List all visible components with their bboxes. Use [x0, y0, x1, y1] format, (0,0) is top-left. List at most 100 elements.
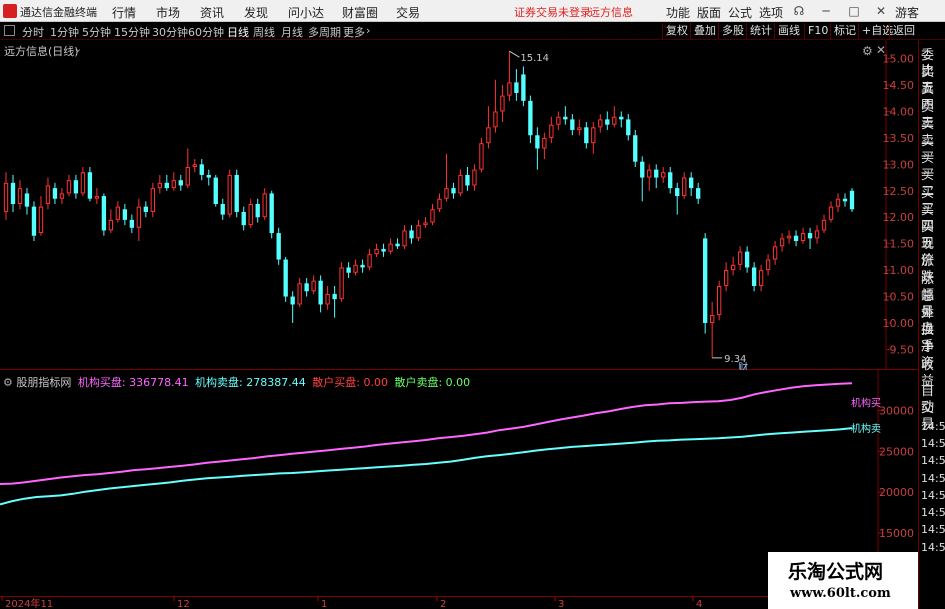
- candle: [409, 225, 414, 244]
- candle-body: [297, 283, 302, 305]
- high-pointer: [509, 50, 520, 58]
- candle: [150, 182, 155, 218]
- price-tick-label: 10.50: [883, 291, 915, 304]
- candlestick-chart[interactable]: 15.00 14.50 14.00 13.50 13.00 12.50 12.00 11.50…: [0, 40, 918, 370]
- candle-body: [325, 293, 330, 305]
- candle: [59, 188, 65, 204]
- candle: [94, 188, 100, 204]
- candle: [87, 166, 93, 202]
- candle: [122, 204, 128, 226]
- menu-options[interactable]: 选项: [759, 4, 783, 21]
- candle-body: [675, 188, 680, 197]
- menu-news[interactable]: 资讯: [200, 4, 224, 21]
- candle: [786, 230, 792, 244]
- period-monthly[interactable]: 月线: [281, 24, 303, 40]
- trade-login-notice[interactable]: 证券交易未登录: [514, 4, 591, 20]
- chevron-down-icon[interactable]: ⌄: [73, 42, 82, 55]
- candle: [10, 174, 16, 212]
- close-icon[interactable]: ✕: [873, 3, 889, 19]
- candle-body: [472, 169, 477, 186]
- candle-body: [157, 182, 162, 189]
- period-intraday[interactable]: 分时: [22, 24, 44, 40]
- candle-body: [709, 315, 715, 323]
- maximize-icon[interactable]: □: [846, 3, 862, 19]
- overlay-button[interactable]: 叠加: [690, 23, 716, 39]
- indicator-value-retail-sell: 散户卖盘: 0.00: [394, 376, 471, 389]
- sidebar-tick-time[interactable]: 14:56: [921, 436, 945, 452]
- statistics-button[interactable]: 统计: [746, 23, 772, 39]
- period-daily[interactable]: 日线: [227, 24, 249, 40]
- candle: [758, 264, 764, 292]
- period-30min[interactable]: 30分钟: [152, 24, 188, 40]
- period-weekly[interactable]: 周线: [253, 24, 275, 40]
- candle: [248, 198, 253, 228]
- candle-body: [262, 193, 267, 218]
- sidebar-tick-time[interactable]: 14:56: [921, 505, 945, 521]
- menu-quotes[interactable]: 行情: [112, 4, 136, 21]
- candle: [709, 301, 715, 358]
- candle-body: [367, 254, 372, 268]
- candle-body: [241, 211, 246, 226]
- sidebar-tick-time[interactable]: 14:56: [921, 453, 945, 469]
- minimize-icon[interactable]: ─: [818, 3, 834, 19]
- finance-marker[interactable]: 财: [738, 361, 748, 370]
- guest-user[interactable]: 游客: [895, 4, 919, 21]
- back-button[interactable]: 返回: [889, 23, 915, 39]
- add-watchlist-button[interactable]: +自选: [858, 23, 893, 39]
- indicator-settings-icon[interactable]: ⚙: [3, 376, 13, 389]
- candle: [31, 201, 37, 242]
- sidebar-tick-time[interactable]: 14:56: [921, 540, 945, 556]
- candle: [765, 254, 771, 276]
- draw-line-button[interactable]: 画线: [774, 23, 800, 39]
- sidebar-tick-time[interactable]: 14:56: [921, 471, 945, 487]
- layout-toggle-icon[interactable]: [4, 25, 15, 36]
- menu-function[interactable]: 功能: [666, 4, 690, 21]
- candle-body: [409, 230, 414, 239]
- menu-trade[interactable]: 交易: [396, 4, 420, 21]
- menu-layout[interactable]: 版面: [697, 4, 721, 21]
- sidebar-tick-time[interactable]: 14:56: [921, 419, 945, 435]
- multi-stock-button[interactable]: 多股: [718, 23, 744, 39]
- service-icon[interactable]: ☊: [791, 3, 807, 19]
- sidebar-tick-time[interactable]: 14:56: [921, 522, 945, 538]
- indicator-series-end-label: 机构买: [851, 396, 881, 409]
- period-60min[interactable]: 60分钟: [188, 24, 224, 40]
- period-1min[interactable]: 1分钟: [50, 24, 79, 40]
- candle-body: [143, 206, 149, 212]
- period-15min[interactable]: 15分钟: [114, 24, 150, 40]
- candle-body: [374, 248, 379, 255]
- menu-discover[interactable]: 发现: [244, 4, 268, 21]
- f10-button[interactable]: F10: [804, 23, 828, 39]
- period-5min[interactable]: 5分钟: [82, 24, 111, 40]
- sidebar-tick-time[interactable]: 14:56: [921, 488, 945, 504]
- panel-close-icon[interactable]: ✕: [876, 43, 886, 57]
- candle-body: [290, 296, 295, 305]
- chevron-right-icon[interactable]: ›: [366, 24, 370, 37]
- settings-icon[interactable]: ⚙: [862, 44, 873, 58]
- candle-body: [24, 193, 30, 207]
- candle-body: [577, 127, 582, 130]
- candle-body: [849, 190, 855, 210]
- menu-market[interactable]: 市场: [156, 4, 180, 21]
- app-name: 通达信金融终端: [20, 6, 97, 19]
- adjust-button[interactable]: 复权: [662, 23, 688, 39]
- period-more[interactable]: 更多: [343, 24, 365, 40]
- candle-body: [234, 174, 239, 212]
- period-multi[interactable]: 多周期: [308, 24, 341, 40]
- menu-formula[interactable]: 公式: [728, 4, 752, 21]
- candle-body: [591, 127, 596, 144]
- candle: [38, 196, 44, 236]
- candle-body: [31, 206, 37, 236]
- menu-wealth-circle[interactable]: 财富圈: [342, 4, 378, 21]
- candle: [325, 285, 330, 310]
- candle-body: [108, 219, 114, 231]
- candle: [682, 172, 687, 199]
- mark-button[interactable]: 标记: [830, 23, 856, 39]
- candle: [311, 275, 316, 294]
- menu-ask[interactable]: 问小达: [288, 4, 324, 21]
- candle: [598, 114, 603, 133]
- price-tick-label: 13.50: [883, 132, 915, 145]
- candle: [444, 153, 449, 202]
- candle: [647, 164, 652, 191]
- candle-body: [500, 95, 505, 112]
